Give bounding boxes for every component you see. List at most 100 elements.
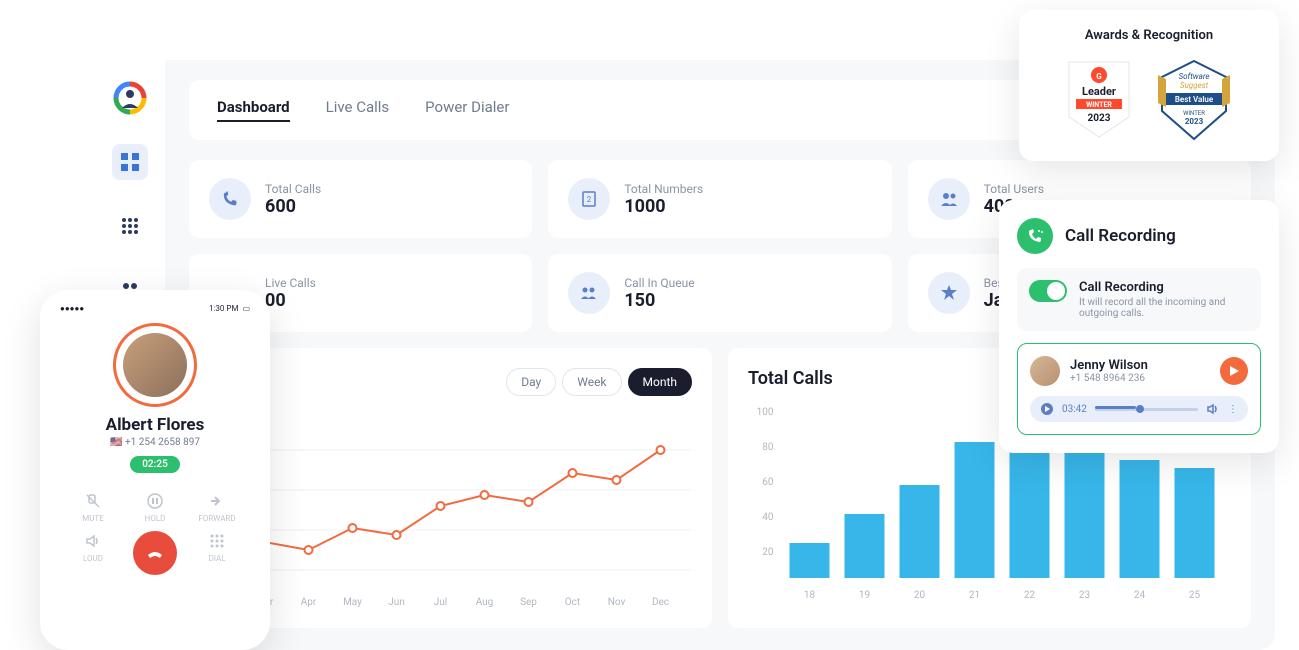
svg-text:24: 24 — [1134, 590, 1146, 601]
stat-label: Live Calls — [265, 276, 316, 290]
grid-icon — [121, 153, 139, 171]
svg-text:19: 19 — [859, 590, 870, 601]
svg-text:Best Value: Best Value — [1175, 95, 1214, 104]
awards-title: Awards & Recognition — [1039, 28, 1259, 43]
svg-text:21: 21 — [969, 590, 980, 601]
svg-text:Suggest: Suggest — [1180, 81, 1209, 90]
mute-button[interactable]: MUTE — [62, 491, 124, 523]
caller-number: 🇺🇸 +1 254 2658 897 — [46, 437, 264, 448]
chart-title: Total Calls — [748, 368, 833, 389]
call-duration: 02:25 — [130, 456, 180, 473]
svg-text:2: 2 — [587, 195, 592, 204]
dialpad-icon — [121, 217, 139, 235]
dial-button[interactable]: DIAL — [186, 531, 248, 575]
contact-name: Jenny Wilson — [1070, 358, 1148, 373]
stat-value: 600 — [265, 196, 321, 217]
phone-controls: MUTE HOLD FORWARD LOUD DIAL — [46, 481, 264, 585]
tab-power-dialer[interactable]: Power Dialer — [425, 98, 509, 122]
svg-text:G: G — [1096, 72, 1102, 81]
audio-player[interactable]: 03:42 ⋮ — [1030, 396, 1248, 422]
stat-value: 00 — [265, 290, 316, 311]
sidebar-item-dialpad[interactable] — [112, 208, 148, 244]
queue-icon — [568, 272, 610, 314]
player-time: 03:42 — [1062, 404, 1087, 415]
svg-text:Jul: Jul — [434, 597, 447, 608]
more-icon[interactable]: ⋮ — [1228, 404, 1238, 415]
svg-text:2023: 2023 — [1088, 113, 1111, 124]
line-chart: ebMarAprMayJunJulAugSepOctNovDec — [209, 410, 692, 610]
svg-text:40: 40 — [762, 512, 774, 523]
contact-phone: +1 548 8964 236 — [1070, 373, 1148, 384]
forward-icon — [207, 491, 227, 511]
recording-icon — [1017, 218, 1053, 254]
signal-icon: ●●●●● — [60, 304, 84, 313]
svg-text:80: 80 — [762, 442, 774, 453]
call-recording-card: Call Recording Call Recording It will re… — [999, 200, 1279, 453]
mute-icon — [83, 491, 103, 511]
contact-avatar — [1030, 356, 1060, 386]
period-day[interactable]: Day — [506, 368, 556, 396]
period-week[interactable]: Week — [562, 368, 621, 396]
volume-icon — [1206, 402, 1220, 416]
stat-label: Call In Queue — [624, 276, 694, 290]
keypad-icon — [207, 531, 227, 551]
stat-total-calls: Total Calls600 — [189, 160, 532, 238]
player-progress[interactable] — [1095, 408, 1198, 411]
badges-row: G Leader WINTER 2023 Software Suggest Be… — [1039, 57, 1259, 143]
loud-button[interactable]: LOUD — [62, 531, 124, 575]
forward-button[interactable]: FORWARD — [186, 491, 248, 523]
svg-text:WINTER: WINTER — [1086, 101, 1112, 109]
phone-icon — [209, 178, 251, 220]
svg-text:Apr: Apr — [301, 597, 317, 608]
svg-text:20: 20 — [914, 590, 926, 601]
hangup-button[interactable] — [124, 531, 186, 575]
svg-text:Nov: Nov — [608, 597, 626, 608]
avatar — [123, 333, 187, 397]
recording-toggle[interactable] — [1029, 280, 1067, 302]
battery-icon: ▭ — [242, 304, 250, 313]
document-icon: 2 — [568, 178, 610, 220]
toggle-label: Call Recording — [1079, 280, 1249, 295]
recording-header: Call Recording — [1017, 218, 1261, 254]
hold-button[interactable]: HOLD — [124, 491, 186, 523]
svg-text:Leader: Leader — [1082, 85, 1116, 98]
phone-time: 1:30 PM — [209, 304, 238, 313]
svg-text:Dec: Dec — [652, 597, 669, 608]
svg-text:Aug: Aug — [476, 597, 494, 608]
app-logo — [112, 80, 148, 116]
toggle-desc: It will record all the incoming and outg… — [1079, 297, 1249, 319]
play-icon — [1228, 365, 1240, 377]
recording-toggle-row: Call Recording It will record all the in… — [1017, 268, 1261, 331]
phone-status-bar: ●●●●● 1:30 PM ▭ — [46, 296, 264, 317]
play-button[interactable] — [1220, 357, 1248, 385]
svg-text:Oct: Oct — [565, 597, 580, 608]
stat-label: Total Users — [984, 182, 1044, 196]
hold-icon — [145, 491, 165, 511]
period-month[interactable]: Month — [628, 368, 692, 396]
svg-text:Jun: Jun — [388, 597, 405, 608]
awards-card: Awards & Recognition G Leader WINTER 202… — [1019, 10, 1279, 161]
svg-text:20: 20 — [762, 547, 774, 558]
svg-text:25: 25 — [1189, 590, 1201, 601]
tab-live-calls[interactable]: Live Calls — [326, 98, 390, 122]
recording-title: Call Recording — [1065, 226, 1176, 246]
period-toggle: Day Week Month — [506, 368, 692, 396]
star-icon — [928, 272, 970, 314]
recording-contact: Jenny Wilson +1 548 8964 236 03:42 ⋮ — [1017, 343, 1261, 435]
svg-text:Software: Software — [1179, 72, 1210, 81]
badge-g2-leader: G Leader WINTER 2023 — [1064, 57, 1134, 143]
sidebar-item-dashboard[interactable] — [112, 144, 148, 180]
svg-text:22: 22 — [1024, 590, 1036, 601]
player-play-icon — [1040, 402, 1054, 416]
svg-text:May: May — [343, 597, 362, 608]
stat-value: 1000 — [624, 196, 703, 217]
stat-label: Total Numbers — [624, 182, 703, 196]
avatar-ring — [113, 323, 197, 407]
svg-text:100: 100 — [757, 407, 774, 418]
tab-dashboard[interactable]: Dashboard — [217, 98, 290, 122]
stat-value: 150 — [624, 290, 694, 311]
hangup-icon — [133, 531, 177, 575]
svg-text:60: 60 — [762, 477, 774, 488]
badge-software-suggest: Software Suggest Best Value WINTER 2023 — [1154, 57, 1234, 143]
stat-total-numbers: 2 Total Numbers1000 — [548, 160, 891, 238]
